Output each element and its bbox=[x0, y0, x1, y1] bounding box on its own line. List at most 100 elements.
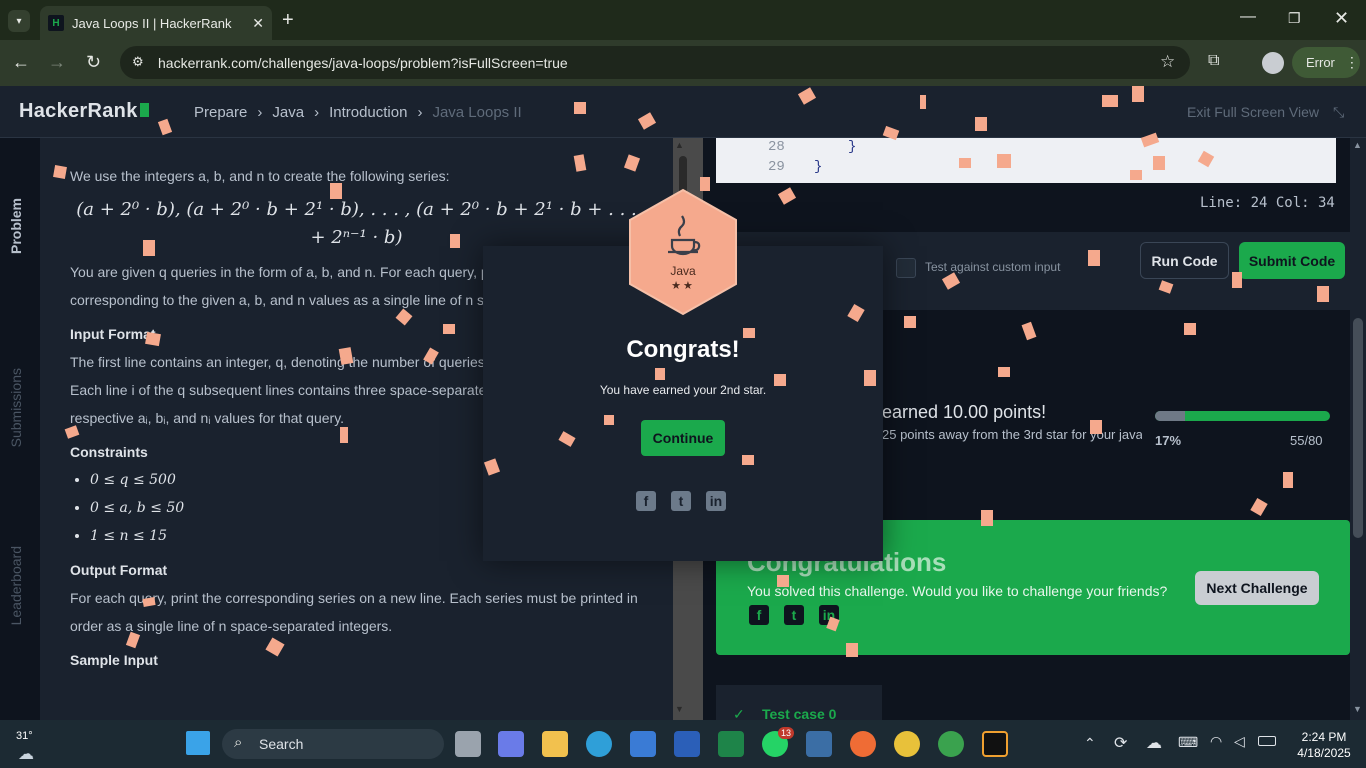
reload-icon[interactable]: ↻ bbox=[86, 52, 101, 73]
hackerrank-logo[interactable]: HackerRank bbox=[19, 100, 149, 123]
badge-label: Java bbox=[670, 264, 696, 278]
confetti-piece bbox=[777, 575, 789, 587]
clock-time: 2:24 PM bbox=[1301, 730, 1347, 744]
minimize-icon[interactable]: — bbox=[1240, 8, 1256, 26]
confetti-piece bbox=[1090, 420, 1102, 434]
collapse-icon[interactable]: ⤡ bbox=[1333, 104, 1344, 121]
progress-points: 55/80 bbox=[1290, 433, 1323, 448]
twitter-icon[interactable]: t bbox=[784, 605, 804, 625]
progress-percent: 17% bbox=[1155, 433, 1182, 448]
breadcrumb-java[interactable]: Java bbox=[272, 104, 304, 121]
right-scrollbar[interactable]: ▲ ▼ bbox=[1350, 138, 1366, 720]
logo-mark bbox=[139, 103, 149, 117]
confetti-piece bbox=[975, 117, 987, 131]
onedrive-icon[interactable]: ☁ bbox=[1146, 733, 1162, 753]
profile-avatar[interactable] bbox=[1262, 52, 1284, 74]
confetti-piece bbox=[655, 368, 665, 380]
modal-subtitle: You have earned your 2nd star. bbox=[599, 383, 767, 397]
facebook-icon[interactable]: f bbox=[636, 491, 656, 511]
confetti-piece bbox=[742, 455, 754, 465]
confetti-piece bbox=[1283, 472, 1293, 488]
scroll-down-icon[interactable]: ▼ bbox=[1353, 704, 1362, 714]
continue-button[interactable]: Continue bbox=[641, 420, 725, 456]
tab-submissions[interactable]: Submissions bbox=[8, 368, 32, 447]
code-editor[interactable]: 28 29 } } bbox=[716, 138, 1336, 183]
close-window-icon[interactable]: ✕ bbox=[1334, 8, 1349, 29]
file-explorer-icon[interactable] bbox=[542, 731, 568, 757]
clock-date: 4/18/2025 bbox=[1297, 746, 1351, 760]
tab-title: Java Loops II | HackerRank bbox=[72, 15, 232, 31]
progress-fill bbox=[1155, 411, 1185, 421]
profile-error-button[interactable]: Error ⋮ bbox=[1292, 47, 1360, 78]
custom-input-label[interactable]: Test against custom input bbox=[925, 260, 1060, 274]
excel-icon[interactable] bbox=[718, 731, 744, 757]
wifi-icon[interactable]: ◠ bbox=[1210, 733, 1222, 750]
side-tabs: Problem Submissions Leaderboard bbox=[0, 138, 40, 720]
intellij-icon[interactable] bbox=[982, 731, 1008, 757]
volume-icon[interactable]: ◁ bbox=[1234, 733, 1245, 750]
browser-tab[interactable]: H Java Loops II | HackerRank ✕ bbox=[40, 6, 272, 40]
confetti-piece bbox=[864, 370, 876, 386]
chrome-profile-icon[interactable] bbox=[938, 731, 964, 757]
scroll-up-icon[interactable]: ▲ bbox=[675, 140, 684, 150]
next-challenge-button[interactable]: Next Challenge bbox=[1195, 571, 1319, 605]
bookmark-star-icon[interactable]: ☆ bbox=[1160, 52, 1175, 72]
scrollbar-thumb[interactable] bbox=[1353, 318, 1363, 538]
hackerrank-favicon-icon: H bbox=[48, 15, 64, 31]
scroll-up-icon[interactable]: ▲ bbox=[1353, 140, 1362, 150]
breadcrumb: Prepare › Java › Introduction › Java Loops … bbox=[194, 104, 522, 121]
confetti-piece bbox=[574, 102, 586, 114]
taskbar-search[interactable]: ⌕ Search bbox=[222, 729, 444, 759]
battery-icon[interactable] bbox=[1258, 736, 1276, 746]
word-icon[interactable] bbox=[674, 731, 700, 757]
confetti-piece bbox=[1232, 272, 1242, 288]
taskbar-clock[interactable]: 2:24 PM 4/18/2025 bbox=[1293, 729, 1355, 761]
linkedin-icon[interactable]: in bbox=[706, 491, 726, 511]
confetti-piece bbox=[340, 427, 348, 443]
confetti-piece bbox=[1184, 323, 1196, 335]
breadcrumb-prepare[interactable]: Prepare bbox=[194, 104, 247, 121]
tab-list-icon[interactable]: ▾ bbox=[8, 10, 30, 32]
weather-temp: 31° bbox=[16, 730, 33, 742]
back-icon[interactable]: ← bbox=[12, 52, 30, 73]
breadcrumb-introduction[interactable]: Introduction bbox=[329, 104, 407, 121]
exit-fullscreen-link[interactable]: Exit Full Screen View bbox=[1187, 104, 1319, 120]
confetti-piece bbox=[904, 316, 916, 328]
browser-toolbar: ← → ↻ ⚙ hackerrank.com/challenges/java-l… bbox=[0, 40, 1366, 86]
new-tab-icon[interactable]: + bbox=[282, 9, 294, 32]
submit-code-button[interactable]: Submit Code bbox=[1239, 242, 1345, 279]
facebook-icon[interactable]: f bbox=[749, 605, 769, 625]
confetti-piece bbox=[1317, 286, 1329, 302]
more-menu-icon[interactable]: ⋮ bbox=[1345, 54, 1359, 71]
tab-problem[interactable]: Problem bbox=[8, 198, 32, 254]
result-share-icons: f t in bbox=[749, 605, 839, 625]
edge-icon[interactable] bbox=[586, 731, 612, 757]
scroll-down-icon[interactable]: ▼ bbox=[675, 704, 684, 714]
chrome-icon[interactable] bbox=[894, 731, 920, 757]
confetti-piece bbox=[338, 347, 354, 365]
close-tab-icon[interactable]: ✕ bbox=[252, 15, 264, 32]
run-code-button[interactable]: Run Code bbox=[1140, 242, 1229, 279]
twitter-icon[interactable]: t bbox=[671, 491, 691, 511]
confetti-piece bbox=[330, 183, 342, 199]
start-icon[interactable] bbox=[186, 731, 210, 755]
sync-icon[interactable]: ⟳ bbox=[1114, 733, 1127, 753]
extensions-icon[interactable]: ⧉ bbox=[1208, 52, 1219, 70]
forward-icon[interactable]: → bbox=[48, 52, 66, 73]
breadcrumb-current: Java Loops II bbox=[432, 104, 522, 121]
next-star-text: 25 points away from the 3rd star for you… bbox=[882, 427, 1142, 442]
tray-chevron-icon[interactable]: ⌃ bbox=[1084, 735, 1096, 752]
weather-icon[interactable]: ☁ bbox=[18, 744, 34, 764]
tab-leaderboard[interactable]: Leaderboard bbox=[8, 546, 32, 625]
keyboard-icon[interactable]: ⌨ bbox=[1178, 734, 1198, 751]
postman-icon[interactable] bbox=[850, 731, 876, 757]
copilot-icon[interactable] bbox=[498, 731, 524, 757]
store-icon[interactable] bbox=[630, 731, 656, 757]
task-view-icon[interactable] bbox=[455, 731, 481, 757]
line-number: 28 bbox=[768, 139, 785, 155]
address-bar[interactable]: ⚙ hackerrank.com/challenges/java-loops/p… bbox=[120, 46, 1190, 79]
custom-input-checkbox[interactable] bbox=[896, 258, 916, 278]
maximize-icon[interactable]: ❐ bbox=[1288, 10, 1301, 27]
vscode-icon[interactable] bbox=[806, 731, 832, 757]
site-info-icon[interactable]: ⚙ bbox=[132, 54, 144, 70]
